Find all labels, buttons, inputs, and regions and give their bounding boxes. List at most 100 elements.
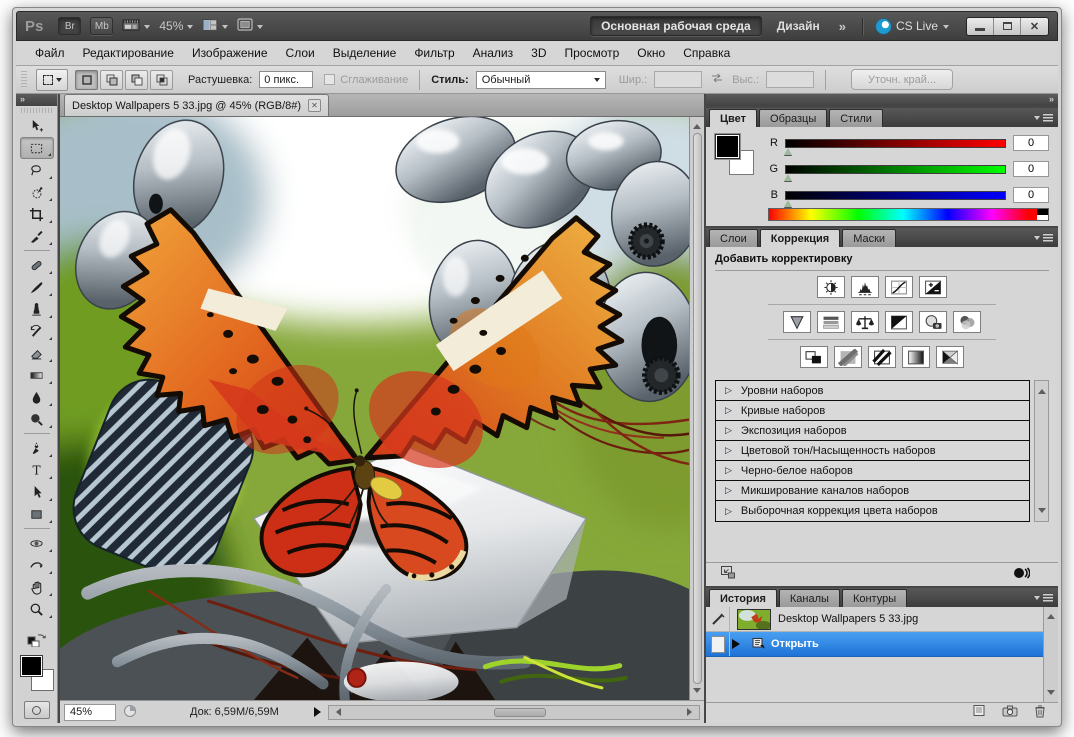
tool-lasso[interactable] — [20, 159, 54, 181]
tool-clone-stamp[interactable] — [20, 298, 54, 320]
channel-value-input[interactable]: 0 — [1013, 135, 1049, 151]
menu-item-9[interactable]: Окно — [628, 43, 674, 63]
tool-gradient[interactable] — [20, 364, 54, 386]
menu-item-7[interactable]: 3D — [522, 43, 555, 63]
expander-icon[interactable]: ▷ — [725, 506, 732, 517]
expander-icon[interactable]: ▷ — [725, 385, 732, 396]
history-tab-0[interactable]: История — [709, 589, 777, 607]
height-input[interactable] — [766, 71, 814, 88]
adjustment-selective-color-button[interactable] — [936, 346, 964, 368]
collapse-tools-button[interactable]: » — [16, 94, 57, 106]
launch-bridge-button[interactable]: Br — [58, 17, 81, 35]
preset-item-5[interactable]: ▷Микширование каналов наборов — [716, 481, 1029, 501]
workspace-design-button[interactable]: Дизайн — [771, 19, 826, 33]
foreground-color-swatch[interactable] — [20, 655, 43, 677]
adjustment-posterize-button[interactable] — [834, 346, 862, 368]
tool-path-selection[interactable] — [20, 481, 54, 503]
tool-burn[interactable] — [20, 408, 54, 430]
expander-icon[interactable]: ▷ — [725, 445, 732, 456]
horizontal-scroll-track[interactable] — [344, 707, 684, 718]
scroll-down-icon[interactable] — [1047, 690, 1055, 699]
canvas-image[interactable] — [60, 117, 689, 700]
width-input[interactable] — [654, 71, 702, 88]
clip-to-layer-button[interactable] — [1012, 566, 1030, 584]
menu-item-1[interactable]: Редактирование — [74, 43, 183, 63]
preset-item-4[interactable]: ▷Черно-белое наборов — [716, 461, 1029, 481]
slider-thumb-icon[interactable] — [784, 170, 792, 181]
subtract-selection-button[interactable] — [125, 70, 148, 90]
default-swap-colors-icon[interactable] — [27, 631, 47, 652]
tool-eyedropper[interactable] — [20, 225, 54, 247]
history-brush-well[interactable] — [706, 607, 730, 631]
intersect-selection-button[interactable] — [150, 70, 173, 90]
history-item-0[interactable]: Desktop Wallpapers 5 33.jpg — [706, 607, 1043, 632]
preset-item-1[interactable]: ▷Кривые наборов — [716, 401, 1029, 421]
adjustment-gradient-map-button[interactable] — [902, 346, 930, 368]
tool-rectangular-marquee[interactable] — [20, 137, 54, 159]
adjustment-invert-button[interactable] — [800, 346, 828, 368]
tool-move[interactable] — [20, 115, 54, 137]
adjustment-threshold-button[interactable] — [868, 346, 896, 368]
adjustments-menu-icon[interactable] — [1034, 233, 1053, 243]
color-menu-icon[interactable] — [1034, 113, 1053, 123]
zoom-level-dropdown[interactable]: 45% — [159, 19, 193, 33]
swap-dimensions-icon[interactable] — [709, 73, 725, 86]
history-brush-well[interactable] — [706, 632, 730, 656]
workspace-overflow-button[interactable]: » — [835, 19, 849, 34]
color-tab-2[interactable]: Стили — [829, 109, 883, 127]
adjustment-brightness-contrast-button[interactable] — [817, 276, 845, 298]
preset-scrollbar[interactable] — [1034, 380, 1049, 522]
menu-item-3[interactable]: Слои — [277, 43, 324, 63]
scroll-up-icon[interactable] — [1047, 610, 1055, 619]
color-tab-1[interactable]: Образцы — [759, 109, 827, 127]
workspace-essentials-button[interactable]: Основная рабочая среда — [590, 16, 762, 36]
menu-item-5[interactable]: Фильтр — [405, 43, 463, 63]
adjustment-photo-filter-button[interactable] — [919, 311, 947, 333]
quick-mask-button[interactable] — [24, 701, 50, 719]
tool-eraser[interactable] — [20, 342, 54, 364]
expanded-view-button[interactable] — [720, 565, 736, 584]
delete-state-button[interactable] — [1034, 704, 1046, 723]
adjustment-curves-button[interactable] — [885, 276, 913, 298]
adjustment-vibrance-button[interactable] — [783, 311, 811, 333]
history-tab-1[interactable]: Каналы — [779, 589, 840, 607]
preset-item-0[interactable]: ▷Уровни наборов — [716, 381, 1029, 401]
style-select[interactable]: Обычный — [476, 71, 606, 89]
history-menu-icon[interactable] — [1034, 593, 1053, 603]
color-spectrum-ramp[interactable] — [768, 208, 1049, 221]
drag-grip[interactable] — [21, 108, 52, 113]
expander-icon[interactable]: ▷ — [725, 405, 732, 416]
vertical-scrollbar[interactable] — [689, 117, 704, 700]
scroll-right-icon[interactable] — [687, 708, 696, 716]
launch-mini-bridge-button[interactable]: Mb — [90, 17, 113, 35]
scroll-down-icon[interactable] — [1038, 508, 1046, 517]
expander-icon[interactable]: ▷ — [725, 425, 732, 436]
new-document-from-state-button[interactable] — [972, 704, 986, 722]
arrange-documents-button[interactable] — [202, 18, 228, 35]
tool-spot-healing[interactable] — [20, 254, 54, 276]
scroll-up-icon[interactable] — [1038, 385, 1046, 394]
menu-item-6[interactable]: Анализ — [464, 43, 523, 63]
menu-item-8[interactable]: Просмотр — [555, 43, 628, 63]
status-zoom-input[interactable]: 45% — [64, 704, 116, 721]
history-tab-2[interactable]: Контуры — [842, 589, 907, 607]
document-tab[interactable]: Desktop Wallpapers 5 33.jpg @ 45% (RGB/8… — [64, 94, 329, 116]
adjustments-tab-0[interactable]: Слои — [709, 229, 758, 247]
channel-slider[interactable] — [785, 139, 1006, 148]
expander-icon[interactable]: ▷ — [725, 465, 732, 476]
menu-item-4[interactable]: Выделение — [324, 43, 406, 63]
rotate-view-icon[interactable] — [123, 704, 137, 721]
history-source-checkbox[interactable] — [711, 636, 725, 653]
expander-icon[interactable]: ▷ — [725, 485, 732, 496]
tool-blur[interactable] — [20, 386, 54, 408]
antialias-checkbox[interactable] — [324, 74, 335, 85]
history-scrollbar[interactable] — [1043, 607, 1058, 702]
scroll-left-icon[interactable] — [332, 708, 341, 716]
tool-brush[interactable] — [20, 276, 54, 298]
minimize-button[interactable] — [967, 18, 994, 35]
scroll-down-icon[interactable] — [693, 688, 701, 697]
drag-grip[interactable] — [21, 71, 27, 89]
adjustment-hue-saturation-button[interactable] — [817, 311, 845, 333]
channel-value-input[interactable]: 0 — [1013, 161, 1049, 177]
adjustments-tab-1[interactable]: Коррекция — [760, 229, 840, 247]
